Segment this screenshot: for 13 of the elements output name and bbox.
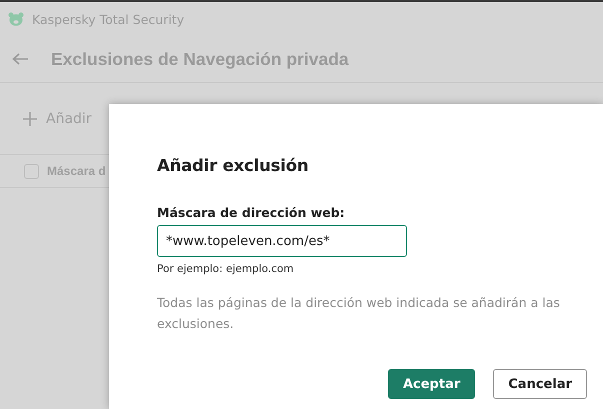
select-all-checkbox[interactable] (24, 164, 39, 178)
plus-icon (22, 110, 38, 126)
url-mask-field[interactable]: *www.topeleven.com/es* (157, 225, 407, 257)
dialog-title: Añadir exclusión (157, 156, 310, 175)
window-title: Kaspersky Total Security (32, 12, 184, 26)
hint-text: Por ejemplo: ejemplo.com (157, 263, 295, 275)
bear-logo-icon (8, 12, 24, 26)
back-arrow-icon[interactable] (12, 53, 29, 65)
accept-button[interactable]: Aceptar (388, 369, 476, 399)
cancel-button[interactable]: Cancelar (493, 369, 587, 399)
description-text: Todas las páginas de la dirección web indicada se añadirán a las exclusiones. (157, 294, 561, 333)
field-label: Máscara de dirección web: (157, 205, 346, 220)
page-title: Exclusiones de Navegación privada (51, 48, 349, 70)
